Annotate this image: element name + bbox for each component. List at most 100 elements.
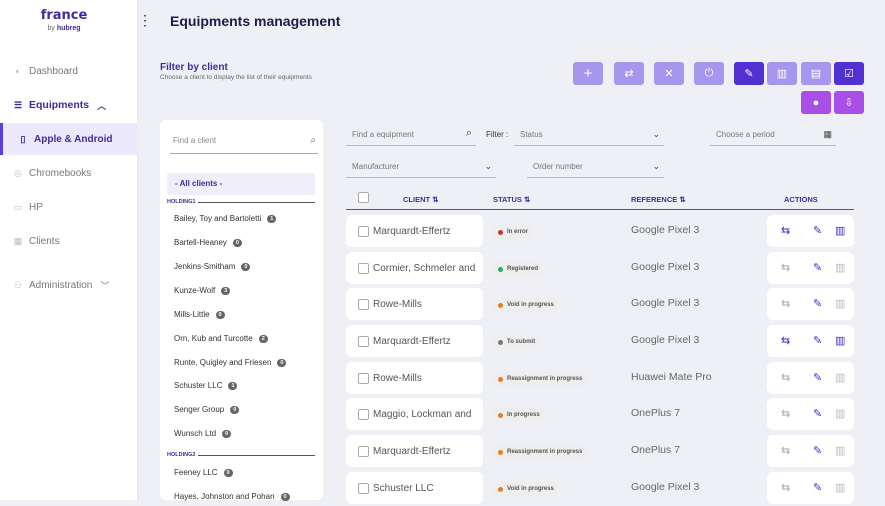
sort-icon[interactable]: ⇅ [679,195,685,204]
add-button[interactable]: + [573,62,603,85]
table-row[interactable]: Schuster LLC Void in progress Google Pixel… [346,472,854,506]
client-list-item[interactable]: Schuster LLC 1 [174,381,238,390]
pencil-icon[interactable]: ✎ [813,224,822,237]
pencil-icon[interactable]: ✎ [813,407,822,420]
chevron-down-icon: ⌄ [652,161,660,171]
edit-button[interactable]: ✎ [734,62,764,85]
apple-button[interactable]: ● [801,91,831,114]
period-picker[interactable]: Choose a period ▦ [710,125,836,146]
pencil-icon[interactable]: ✎ [813,297,822,310]
status-badge: Void in progress [492,482,560,496]
document-button[interactable]: ▤ [801,62,831,85]
row-checkbox[interactable] [358,445,369,457]
table-row[interactable]: Marquardt-Effertz To submit Google Pixel 3… [346,325,854,359]
power-icon: ⏻ [704,67,714,79]
client-list-item[interactable]: Feeney LLC 0 [174,468,233,477]
table-row[interactable]: Cormier, Schmeler and Registered Google Pi… [346,252,854,286]
equipment-search-input[interactable]: Find a equipment ⌕ [346,125,476,146]
table-row[interactable]: Maggio, Lockman and In progress OnePlus 7 ⇆… [346,398,854,432]
client-list-item[interactable]: Wunsch Ltd 0 [174,429,232,438]
client-list-item[interactable]: Bailey, Toy and Bartoletti 1 [174,214,277,223]
sidebar-item-apple-android[interactable]: ▯ Apple & Android [0,123,138,155]
table-row[interactable]: Marquardt-Effertz Reassignment in progres… [346,435,854,469]
sort-icon[interactable]: ⇅ [524,195,530,204]
building-icon: ▦ [13,236,23,246]
validate-button[interactable]: ☑ [834,62,864,85]
pencil-icon[interactable]: ✎ [813,371,822,384]
reassign-icon[interactable]: ⇆ [781,334,790,347]
pencil-icon[interactable]: ✎ [813,481,822,494]
status-select[interactable]: Status ⌄ [514,125,664,146]
client-list-item[interactable]: Jenkins-Smitham 0 [174,262,251,271]
reassign-button[interactable]: ⇄ [614,62,644,85]
search-icon[interactable]: ⌕ [466,127,472,140]
trash-icon[interactable]: ▥ [835,371,845,384]
trash-icon[interactable]: ▥ [835,444,845,457]
holding-header: HOLDING2 [167,452,315,458]
client-list-item[interactable]: Mills-Little 0 [174,310,225,319]
reassign-icon[interactable]: ⇆ [781,371,790,384]
holding-header: HOLDING1 [167,199,315,205]
reassign-icon[interactable]: ⇆ [781,444,790,457]
reassign-icon[interactable]: ⇆ [781,261,790,274]
sort-icon[interactable]: ⇅ [432,195,438,204]
actions-cell: ⇆ ✎ ▥ [767,215,854,247]
power-button[interactable]: ⏻ [694,62,724,85]
trash-icon[interactable]: ▥ [835,407,845,420]
client-list-item[interactable]: Runte, Quigley and Friesen 0 [174,358,287,367]
brand-logo[interactable]: france by hubreg [0,8,138,32]
client-list-item[interactable]: Orn, Kub and Turcotte 2 [174,334,268,343]
sidebar-item-label: Equipments [29,99,90,111]
sidebar-item-administration[interactable]: ⚇ Administration ﹀ [0,277,138,293]
row-checkbox[interactable] [358,372,369,384]
table-row[interactable]: Rowe-Mills Reassignment in progress Huawei… [346,362,854,396]
table-row[interactable]: Rowe-Mills Void in progress Google Pixel 3… [346,288,854,322]
sidebar-item-clients[interactable]: ▦ Clients [0,233,138,249]
trash-icon[interactable]: ▥ [835,334,845,347]
client-name: Bartell-Heaney [174,238,227,247]
pencil-icon[interactable]: ✎ [813,334,822,347]
sidebar-item-hp[interactable]: ▭ HP [0,199,138,215]
trash-icon[interactable]: ▥ [835,297,845,310]
column-status[interactable]: STATUS ⇅ [493,195,530,204]
select-all-checkbox[interactable] [358,192,369,203]
row-checkbox[interactable] [358,335,369,347]
row-checkbox[interactable] [358,298,369,310]
reassign-icon[interactable]: ⇆ [781,297,790,310]
pencil-icon[interactable]: ✎ [813,261,822,274]
client-count-badge: 0 [222,429,232,438]
order-number-select[interactable]: Order number ⌄ [527,157,664,178]
pencil-icon[interactable]: ✎ [813,444,822,457]
equipment-search-placeholder: Find a equipment [352,130,414,139]
unassign-button[interactable]: ✕ [654,62,684,85]
database-icon: ☰ [13,100,23,110]
reassign-icon[interactable]: ⇆ [781,224,790,237]
row-checkbox[interactable] [358,262,369,274]
client-name: Feeney LLC [174,468,218,477]
sidebar-item-chromebooks[interactable]: ◎ Chromebooks [0,165,138,181]
client-list-item[interactable]: Senger Group 0 [174,405,240,414]
all-clients-item[interactable]: - All clients - [167,173,315,195]
row-checkbox[interactable] [358,408,369,420]
kebab-menu-icon[interactable]: ⋮ [138,12,152,29]
sidebar-item-dashboard[interactable]: ◐ Dashboard [0,63,138,79]
search-icon[interactable]: ⌕ [310,135,316,146]
reassign-icon[interactable]: ⇆ [781,407,790,420]
chevron-down-icon: ⌄ [484,161,492,171]
delete-button[interactable]: ▥ [767,62,797,85]
client-search-input[interactable]: Find a client ⌕ [170,132,318,154]
sidebar-item-equipments[interactable]: ☰ Equipments ︿ [0,96,138,114]
trash-icon[interactable]: ▥ [835,481,845,494]
manufacturer-select[interactable]: Manufacturer ⌄ [346,157,496,178]
column-client[interactable]: CLIENT ⇅ [403,195,438,204]
reassign-icon[interactable]: ⇆ [781,481,790,494]
client-list-item[interactable]: Kunze-Wolf 3 [174,286,231,295]
trash-icon[interactable]: ▥ [835,261,845,274]
table-row[interactable]: Marquardt-Effertz In error Google Pixel 3 ⇆… [346,215,854,249]
row-checkbox[interactable] [358,225,369,237]
export-button[interactable]: ⇩ [834,91,864,114]
client-list-item[interactable]: Bartell-Heaney 0 [174,238,242,247]
column-reference[interactable]: REFERENCE ⇅ [631,195,686,204]
trash-icon[interactable]: ▥ [835,224,845,237]
row-checkbox[interactable] [358,482,369,494]
